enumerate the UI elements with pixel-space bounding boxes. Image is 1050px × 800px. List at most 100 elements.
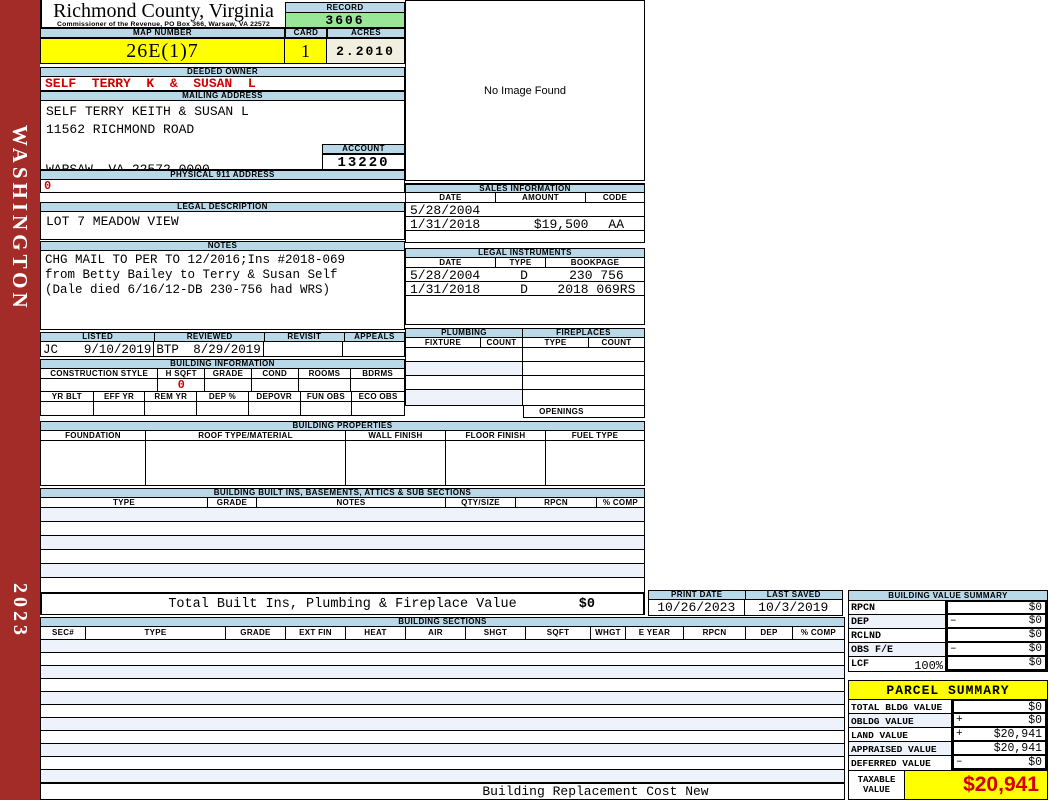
bvs-label-text: RCLND (851, 631, 882, 642)
parcel-row-value-cell: – $0 (952, 756, 1047, 770)
parcel-row-label: DEFERRED VALUE (849, 756, 952, 770)
building-sections-row (41, 731, 844, 744)
bvs-value: $0 (1028, 643, 1042, 655)
bvs-value: $0 (1028, 615, 1042, 627)
parcel-row-value-cell: + $20,941 (952, 728, 1047, 742)
parcel-row-value-cell: $20,941 (952, 742, 1047, 756)
instr-bookpage-label: BOOKPAGE (546, 258, 644, 267)
instrument-row: 5/28/2004 D 230 756 (406, 268, 644, 283)
bvs-op (948, 629, 950, 641)
deeded-owner-value: SELF TERRY K & SUSAN L (40, 77, 405, 91)
foundation-value (41, 441, 146, 485)
acres-value: 2.2010 (327, 38, 405, 64)
building-info-header-row1: CONSTRUCTION STYLE H SQFT GRADE COND ROO… (40, 369, 405, 379)
bs-rpcn-label: RPCN (684, 627, 746, 639)
bi-rpcn-label: RPCN (516, 498, 597, 507)
legal-instruments-label: LEGAL INSTRUMENTS (405, 248, 645, 258)
bdrms-label: BDRMS (351, 369, 405, 378)
notes-label: NOTES (40, 241, 405, 251)
building-value-summary-table: RPCN $0 DEP – $0 RCLND $0 OBS F/E – $0 L… (848, 601, 1048, 672)
parcel-op: – (956, 756, 963, 768)
taxable-label-line2: VALUE (862, 785, 890, 795)
parcel-op: + (956, 714, 963, 726)
parcel-row-label: APPRAISED VALUE (849, 742, 952, 756)
reviewed-value: BTP 8/29/2019 (154, 342, 264, 356)
instrument-row-empty (406, 296, 644, 323)
fixture-cell (406, 362, 523, 375)
sales-code-label: CODE (586, 193, 644, 202)
notes-block: CHG MAIL TO PER TO 12/2016;Ins #2018-069… (40, 251, 405, 330)
bvs-row: LCF 100% $0 (849, 657, 1047, 671)
rooms-value (299, 379, 352, 391)
fun-obs-value (301, 402, 353, 415)
physical-911-label: PHYSICAL 911 ADDRESS (40, 170, 405, 180)
county-title: Richmond County, Virginia (53, 0, 274, 22)
bvs-label-text: OBS F/E (851, 645, 894, 656)
fixture-label: FIXTURE (406, 338, 481, 347)
appeals-label: APPEALS (343, 332, 405, 342)
parcel-row: DEFERRED VALUE – $0 (849, 756, 1047, 770)
grade-value (205, 379, 252, 391)
eff-yr-value (94, 402, 146, 415)
parcel-value: $20,941 (993, 728, 1042, 741)
bvs-op: – (950, 615, 957, 627)
sale-amount: $19,500 (533, 217, 589, 232)
year-vertical-label: 2023 (9, 583, 31, 639)
roof-type-label: ROOF TYPE/MATERIAL (146, 431, 346, 440)
fixture-cell (406, 390, 523, 405)
bvs-pct-text: 100% (914, 659, 943, 671)
bvs-label-text: LCF (851, 659, 870, 670)
print-date-value: 10/26/2023 (649, 600, 745, 615)
openings-label: OPENINGS (523, 406, 600, 418)
built-ins-total-label: Total Built Ins, Plumbing & Fireplace Va… (168, 596, 517, 612)
record-label: RECORD (285, 2, 405, 13)
built-ins-header-row: TYPE GRADE NOTES QTY/SIZE RPCN % COMP (40, 498, 645, 508)
plumbing-row (406, 390, 644, 405)
bvs-row-label: OBS F/E (849, 643, 946, 657)
parcel-op (954, 701, 956, 712)
bvs-op (948, 657, 950, 669)
eff-yr-label: EFF YR (93, 392, 146, 401)
sales-amount-label: AMOUNT (496, 193, 586, 202)
plumbing-row (406, 348, 644, 362)
sales-row: 5/28/2004 (406, 203, 644, 218)
building-info-value-row2 (40, 402, 405, 416)
instr-bookpage: 2018 069RS (557, 282, 636, 297)
fireplace-cell (523, 348, 644, 361)
yr-blt-label: YR BLT (41, 392, 94, 401)
fixture-cell (406, 348, 523, 361)
record-value: 3606 (285, 13, 405, 28)
building-sections-row (41, 653, 844, 666)
building-info-value-row1: 0 (40, 379, 405, 392)
bvs-row: OBS F/E – $0 (849, 643, 1047, 657)
instrument-row: 1/31/2018 D 2018 069RS (406, 282, 644, 297)
sales-table: 5/28/2004 1/31/2018 $19,500 AA (405, 203, 645, 243)
listed-date: 9/10/2019 (83, 343, 152, 356)
bs-grade-label: GRADE (226, 627, 286, 639)
reviewed-label: REVIEWED (154, 332, 264, 342)
building-sections-row (41, 705, 844, 718)
rooms-label: ROOMS (298, 369, 352, 378)
built-ins-row (41, 578, 644, 592)
card-value: 1 (285, 38, 327, 64)
plumbing-fireplaces-header-row: FIXTURE COUNT TYPE COUNT (405, 338, 645, 348)
built-ins-total-row: Total Built Ins, Plumbing & Fireplace Va… (40, 592, 645, 615)
sale-date: 5/28/2004 (410, 203, 481, 218)
bs-heat-label: HEAT (346, 627, 406, 639)
appeals-value (343, 342, 404, 356)
bi-qty-label: QTY/SIZE (446, 498, 516, 507)
floor-finish-label: FLOOR FINISH (446, 431, 546, 440)
openings-value (599, 406, 645, 418)
foundation-label: FOUNDATION (41, 431, 146, 440)
built-ins-row (41, 508, 644, 522)
fireplace-cell (523, 362, 644, 375)
dep-pct-value (197, 402, 249, 415)
print-info-header-row: PRINT DATE LAST SAVED (648, 590, 843, 600)
physical-911-value: 0 (40, 180, 405, 193)
bvs-value: $0 (1028, 629, 1042, 641)
fireplace-cell (523, 390, 644, 405)
built-ins-rows (40, 508, 645, 592)
parcel-summary-table: TOTAL BLDG VALUE $0 OBLDG VALUE + $0 LAN… (848, 700, 1048, 770)
plumbing-row (406, 376, 644, 390)
bi-type-label: TYPE (41, 498, 208, 507)
